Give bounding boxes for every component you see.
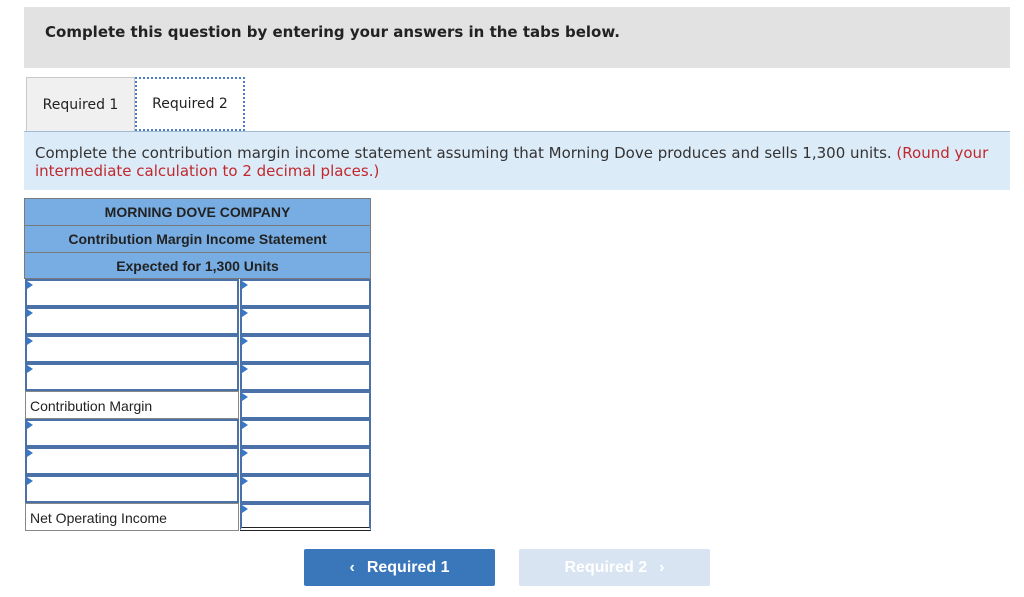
label-dropdown[interactable] — [25, 307, 239, 335]
dropdown-indicator-icon — [27, 421, 33, 429]
amount-input[interactable] — [240, 363, 371, 391]
dropdown-indicator-icon — [27, 365, 33, 373]
label-dropdown[interactable] — [25, 447, 239, 475]
dropdown-indicator-icon — [27, 337, 33, 345]
label-dropdown[interactable] — [25, 279, 239, 307]
table-row — [24, 363, 371, 391]
chevron-left-icon: ‹ — [349, 558, 355, 576]
question-instruction: Complete the contribution margin income … — [24, 131, 1010, 190]
input-indicator-icon — [242, 309, 248, 317]
instructions-header: Complete this question by entering your … — [24, 7, 1010, 68]
table-row — [24, 447, 371, 475]
net-operating-income-input[interactable] — [240, 503, 371, 531]
contribution-margin-label: Contribution Margin — [25, 391, 239, 419]
instruction-text: Complete the contribution margin income … — [35, 144, 897, 162]
dropdown-indicator-icon — [27, 477, 33, 485]
input-indicator-icon — [242, 449, 248, 457]
statement-subtitle: Expected for 1,300 Units — [24, 252, 371, 279]
header-text: Complete this question by entering your … — [45, 23, 620, 41]
contribution-margin-row: Contribution Margin — [24, 391, 371, 419]
company-name: MORNING DOVE COMPANY — [24, 198, 371, 225]
input-indicator-icon — [242, 505, 248, 513]
dropdown-indicator-icon — [27, 281, 33, 289]
tab-required-2[interactable]: Required 2 — [135, 77, 245, 131]
next-required-button[interactable]: Required 2 › — [519, 549, 710, 586]
contribution-margin-input[interactable] — [240, 391, 371, 419]
dropdown-indicator-icon — [27, 449, 33, 457]
table-row — [24, 279, 371, 307]
table-row — [24, 307, 371, 335]
amount-input[interactable] — [240, 447, 371, 475]
amount-input[interactable] — [240, 419, 371, 447]
chevron-right-icon: › — [659, 558, 665, 576]
input-indicator-icon — [242, 421, 248, 429]
net-operating-income-row: Net Operating Income — [24, 503, 371, 531]
input-indicator-icon — [242, 337, 248, 345]
amount-input[interactable] — [240, 475, 371, 503]
input-indicator-icon — [242, 365, 248, 373]
dropdown-indicator-icon — [27, 309, 33, 317]
input-indicator-icon — [242, 281, 248, 289]
table-row — [24, 335, 371, 363]
previous-button-label: Required 1 — [366, 558, 450, 576]
label-dropdown[interactable] — [25, 419, 239, 447]
table-row — [24, 475, 371, 503]
label-dropdown[interactable] — [25, 363, 239, 391]
label-dropdown[interactable] — [25, 335, 239, 363]
amount-input[interactable] — [240, 307, 371, 335]
label-dropdown[interactable] — [25, 475, 239, 503]
next-button-label: Required 2 — [564, 558, 648, 576]
previous-required-button[interactable]: ‹ Required 1 — [304, 549, 495, 586]
net-operating-income-label: Net Operating Income — [25, 503, 239, 531]
statement-title: Contribution Margin Income Statement — [24, 225, 371, 252]
amount-input[interactable] — [240, 335, 371, 363]
input-indicator-icon — [242, 477, 248, 485]
input-indicator-icon — [242, 393, 248, 401]
tab-required-1[interactable]: Required 1 — [26, 77, 135, 131]
amount-input[interactable] — [240, 279, 371, 307]
table-row — [24, 419, 371, 447]
income-statement-table: MORNING DOVE COMPANY Contribution Margin… — [24, 198, 371, 531]
